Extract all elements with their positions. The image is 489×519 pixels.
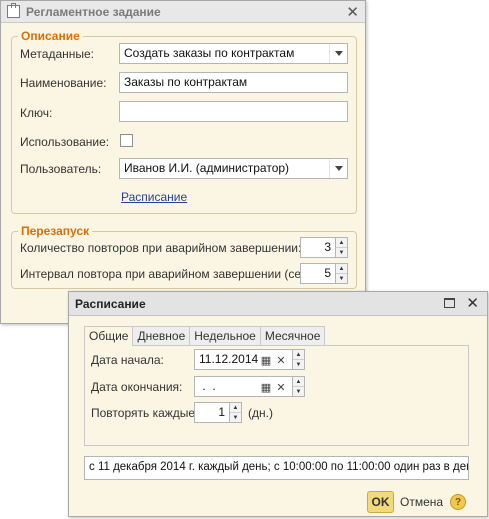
schedule-summary-text: с 11 декабря 2014 г. каждый день; с 10:0… xyxy=(89,461,469,473)
usage-checkbox[interactable] xyxy=(120,134,133,147)
retry-interval-value: 5 xyxy=(324,266,331,280)
user-value: Иванов И.И. (администратор) xyxy=(124,161,290,175)
start-date-value: 11.12.2014 xyxy=(199,352,259,366)
window-title: Регламентное задание xyxy=(26,4,161,19)
start-date-stepper[interactable]: ▲ ▼ xyxy=(292,350,304,369)
usage-label: Использование: xyxy=(20,135,110,149)
schedule-summary: с 11 декабря 2014 г. каждый день; с 10:0… xyxy=(84,456,469,480)
arrow-up-icon[interactable]: ▲ xyxy=(336,264,347,273)
arrow-down-icon[interactable]: ▼ xyxy=(293,359,304,369)
retry-interval-stepper[interactable]: ▲ ▼ xyxy=(335,264,347,283)
name-field[interactable]: Заказы по контрактам xyxy=(119,72,348,93)
tab-monthly[interactable]: Месячное xyxy=(259,326,326,345)
retry-interval-field[interactable]: 5 ▲ ▼ xyxy=(300,263,348,284)
repeat-field[interactable]: 1 ▲ ▼ xyxy=(194,402,242,423)
clear-icon[interactable]: ✕ xyxy=(273,350,289,369)
start-date-field[interactable]: 11.12.2014 ▦ ✕ ▲ ▼ xyxy=(194,349,305,370)
retry-interval-label: Интервал повтора при аварийном завершени… xyxy=(20,267,317,281)
repeat-value: 1 xyxy=(218,405,225,419)
metadata-select[interactable]: Создать заказы по контрактам xyxy=(119,43,348,64)
dialog-title: Расписание xyxy=(75,296,146,311)
calendar-icon[interactable]: ▦ xyxy=(258,350,274,369)
arrow-down-icon[interactable]: ▼ xyxy=(293,386,304,396)
arrow-down-icon[interactable]: ▼ xyxy=(336,273,347,283)
end-date-label: Дата окончания: xyxy=(91,380,183,394)
start-date-label: Дата начала: xyxy=(91,353,164,367)
retry-count-label: Количество повторов при аварийном заверш… xyxy=(20,241,302,255)
name-label: Наименование: xyxy=(20,76,107,90)
arrow-down-icon[interactable]: ▼ xyxy=(336,247,347,257)
cancel-button[interactable]: Отмена xyxy=(400,495,443,509)
arrow-up-icon[interactable]: ▲ xyxy=(230,403,241,412)
tab-daily[interactable]: Дневное xyxy=(132,326,191,345)
title-bar[interactable]: Расписание ✕ xyxy=(69,292,487,316)
metadata-value: Создать заказы по контрактам xyxy=(124,46,295,60)
tab-weekly[interactable]: Недельное xyxy=(189,326,261,345)
tab-general[interactable]: Общие xyxy=(84,326,134,346)
general-tab-panel: Дата начала: 11.12.2014 ▦ ✕ ▲ ▼ Дата око… xyxy=(84,345,469,446)
repeat-stepper[interactable]: ▲ ▼ xyxy=(229,403,241,422)
key-field[interactable] xyxy=(119,101,348,122)
key-label: Ключ: xyxy=(20,106,53,120)
restart-group-title: Перезапуск xyxy=(18,224,93,238)
arrow-up-icon[interactable]: ▲ xyxy=(293,377,304,386)
retry-count-stepper[interactable]: ▲ ▼ xyxy=(335,238,347,257)
arrow-up-icon[interactable]: ▲ xyxy=(293,350,304,359)
metadata-label: Метаданные: xyxy=(20,47,95,61)
retry-count-value: 3 xyxy=(324,240,331,254)
arrow-up-icon[interactable]: ▲ xyxy=(336,238,347,247)
repeat-label: Повторять каждые: xyxy=(91,406,199,420)
schedule-tabs: Общие Дневное Недельное Месячное xyxy=(84,326,326,346)
calendar-icon[interactable]: ▦ xyxy=(258,377,274,396)
clear-icon[interactable]: ✕ xyxy=(273,377,289,396)
schedule-dialog: Расписание ✕ Общие Дневное Недельное Мес… xyxy=(68,291,488,517)
user-label: Пользователь: xyxy=(20,162,102,176)
name-value: Заказы по контрактам xyxy=(124,75,248,89)
retry-count-field[interactable]: 3 ▲ ▼ xyxy=(300,237,348,258)
schedule-link[interactable]: Расписание xyxy=(121,190,187,204)
user-select[interactable]: Иванов И.И. (администратор) xyxy=(119,158,348,179)
arrow-down-icon[interactable]: ▼ xyxy=(230,412,241,422)
end-date-stepper[interactable]: ▲ ▼ xyxy=(292,377,304,396)
description-group-title: Описание xyxy=(18,29,83,43)
help-icon[interactable]: ? xyxy=(450,494,466,510)
close-icon[interactable]: ✕ xyxy=(466,294,479,312)
close-icon[interactable]: ✕ xyxy=(346,3,359,21)
end-date-field[interactable]: . . ▦ ✕ ▲ ▼ xyxy=(194,376,305,397)
repeat-unit: (дн.) xyxy=(248,406,273,420)
title-bar[interactable]: Регламентное задание ✕ xyxy=(1,1,365,23)
maximize-icon[interactable] xyxy=(444,298,455,308)
window-icon xyxy=(7,3,20,18)
scheduled-job-window: Регламентное задание ✕ Описание Метаданн… xyxy=(0,0,366,324)
chevron-down-icon[interactable] xyxy=(329,159,347,178)
chevron-down-icon[interactable] xyxy=(329,44,347,63)
ok-button[interactable]: OK xyxy=(367,491,394,513)
ok-button-label: OK xyxy=(371,495,390,509)
end-date-value: . . xyxy=(199,379,216,393)
help-label: ? xyxy=(454,496,462,508)
